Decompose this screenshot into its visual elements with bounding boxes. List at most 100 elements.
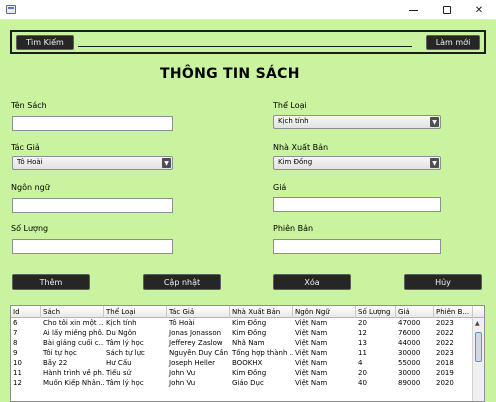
cell-id: 9 [13,349,18,357]
cell-quantity: 12 [358,329,367,337]
cell-language: Việt Nam [295,369,328,377]
column-header-genre[interactable]: Thể Loại [104,306,167,318]
table-row[interactable]: 8 Bài giảng cuối c... Tâm lý học Jefferey Z… [11,339,473,347]
author-select[interactable]: Tô Hoài ▼ [12,156,173,170]
cell-author: John Vu [169,379,196,387]
cell-author: Jonas Jonasson [169,329,222,337]
table-row[interactable]: 11 Hành trình về ph... Tiểu sử John Vu Kim Đ… [11,369,473,377]
cell-genre: Tâm lý học [106,339,144,347]
cell-id: 8 [13,339,18,347]
cell-genre: Hư Cấu [106,359,132,367]
search-button[interactable]: Tìm Kiếm [16,35,74,50]
column-header-author[interactable]: Tác Giả [167,306,230,318]
cell-book: Muốn Kiếp Nhân... [43,379,104,387]
cell-language: Việt Nam [295,329,328,337]
book-name-field[interactable] [12,116,173,131]
scroll-up-icon[interactable]: ▲ [475,320,480,327]
column-header-book[interactable]: Sách [41,306,104,318]
genre-select[interactable]: Kịch tính ▼ [273,115,441,129]
publisher-select[interactable]: Kim Đồng ▼ [273,156,441,170]
cancel-button[interactable]: Hủy [404,274,482,290]
cell-language: Việt Nam [295,379,328,387]
price-label: Giá [273,183,287,192]
minimize-icon [408,9,418,11]
app-icon [6,5,16,14]
column-header-quantity[interactable]: Số Lượng [356,306,396,318]
column-header-language[interactable]: Ngôn Ngữ [293,306,356,318]
cell-price: 30000 [398,349,421,357]
cell-edition: 2018 [436,359,454,367]
cell-quantity: 20 [358,369,367,377]
cell-publisher: Kim Đồng [232,319,267,327]
cell-id: 11 [13,369,22,377]
language-field[interactable] [12,198,173,213]
cell-publisher: Giáo Dục [232,379,264,387]
book-table[interactable]: Id Sách Thể Loại Tác Giả Nhà Xuất Bản Ng… [10,305,485,402]
cell-book: Hành trình về ph... [43,369,104,377]
cell-quantity: 11 [358,349,367,357]
table-row[interactable]: 7 Ai lấy miếng phô... Du Ngôn Jonas Jonasso… [11,329,473,337]
column-header-price[interactable]: Giá [396,306,434,318]
quantity-field[interactable] [12,239,173,254]
cell-price: 44000 [398,339,421,347]
cell-genre: Tiểu sử [106,369,132,377]
cell-edition: 2023 [436,349,454,357]
column-header-publisher[interactable]: Nhà Xuất Bản [230,306,293,318]
cell-id: 10 [13,359,22,367]
cell-language: Việt Nam [295,339,328,347]
cell-publisher: BOOKHX [232,359,263,367]
close-button[interactable]: ✕ [462,0,496,20]
cell-author: John Vu [169,369,196,377]
cell-author: Jefferey Zaslow [169,339,223,347]
cell-publisher: Kim Đồng [232,329,267,337]
scrollbar-thumb[interactable] [475,332,482,362]
cell-id: 6 [13,319,18,327]
minimize-button[interactable] [396,0,430,20]
book-name-label: Tên Sách [11,101,47,110]
cell-language: Việt Nam [295,319,328,327]
cell-quantity: 13 [358,339,367,347]
cell-price: 89000 [398,379,421,387]
quantity-label: Số Lượng [11,224,49,233]
cell-language: Việt Nam [295,359,328,367]
maximize-button[interactable] [430,0,464,20]
cell-quantity: 20 [358,319,367,327]
author-label: Tác Giả [11,143,40,152]
cell-price: 76000 [398,329,421,337]
maximize-icon [443,6,451,14]
cell-author: Tô Hoài [169,319,195,327]
table-row[interactable]: 6 Cho tôi xin một ... Kịch tính Tô Hoài Kim … [11,319,473,327]
cell-genre: Tâm lý học [106,379,144,387]
cell-edition: 2023 [436,319,454,327]
window-titlebar: ✕ [0,0,496,20]
cell-book: Bẫy 22 [43,359,68,367]
column-header-edition[interactable]: Phiên B... [434,306,473,318]
cell-book: Bài giảng cuối c... [43,339,104,347]
delete-button[interactable]: Xóa [273,274,351,290]
table-row[interactable]: 12 Muốn Kiếp Nhân... Tâm lý học John Vu Giáo… [11,379,473,387]
table-scrollbar[interactable]: ▲ [472,318,484,401]
search-input[interactable] [78,46,412,47]
cell-book: Cho tôi xin một ... [43,319,104,327]
table-row[interactable]: 10 Bẫy 22 Hư Cấu Joseph Heller BOOKHX Việt Na… [11,359,473,367]
cell-edition: 2019 [436,369,454,377]
cell-price: 47000 [398,319,421,327]
refresh-button[interactable]: Làm mới [426,35,480,50]
publisher-select-value: Kim Đồng [278,158,313,166]
publisher-label: Nhà Xuất Bản [273,143,329,152]
add-button[interactable]: Thêm [12,274,90,290]
cell-publisher: Kim Đồng [232,369,267,377]
price-field[interactable] [273,197,441,212]
main-frame: Tìm Kiếm Làm mới THÔNG TIN SÁCH Tên Sách… [0,20,496,402]
table-header: Id Sách Thể Loại Tác Giả Nhà Xuất Bản Ng… [11,306,484,318]
cell-book: Ai lấy miếng phô... [43,329,104,337]
column-header-id[interactable]: Id [11,306,41,318]
cell-edition: 2022 [436,339,454,347]
table-row[interactable]: 9 Tôi tự học Sách tự lực Nguyễn Duy Cần Tổng… [11,349,473,357]
cell-author: Joseph Heller [169,359,216,367]
author-select-value: Tô Hoài [17,158,43,166]
cell-id: 12 [13,379,22,387]
update-button[interactable]: Cập nhật [143,274,221,290]
edition-field[interactable] [273,239,441,254]
language-label: Ngôn ngữ [11,183,50,192]
